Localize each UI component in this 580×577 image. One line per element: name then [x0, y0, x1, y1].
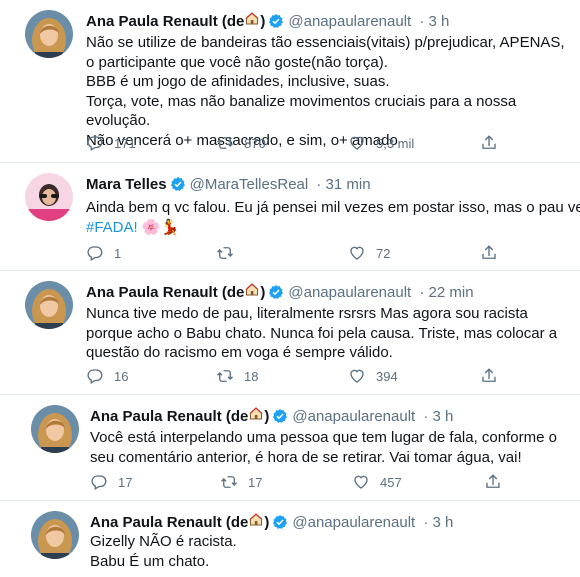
- verified-icon: [272, 408, 288, 424]
- reply-icon: [86, 367, 104, 385]
- retweet-button[interactable]: 17: [220, 473, 262, 491]
- house-icon: [244, 10, 260, 26]
- share-icon: [484, 473, 502, 491]
- reply-count: 17: [118, 474, 133, 490]
- author-name-suffix: ): [264, 408, 270, 425]
- like-count: 457: [380, 474, 402, 490]
- tweet-actions: 17 17 457: [90, 473, 510, 493]
- verified-icon: [272, 514, 288, 530]
- tweet-text-main: Ainda bem q vc falou. Eu já pensei mil v…: [86, 199, 580, 216]
- share-icon: [480, 134, 498, 152]
- verified-icon: [268, 284, 284, 300]
- reply-button[interactable]: 17: [90, 473, 132, 491]
- like-button[interactable]: 5,3 mil: [348, 134, 414, 152]
- house-icon: [248, 405, 264, 421]
- tweet-actions: 16 18 394: [86, 367, 506, 387]
- tweet-time[interactable]: · 3 h: [423, 514, 453, 531]
- author-handle[interactable]: @anapaularenault: [288, 13, 411, 30]
- retweet-count: 17: [248, 474, 263, 490]
- like-count: 72: [376, 245, 391, 261]
- author-name[interactable]: Ana Paula Renault (de: [90, 408, 248, 425]
- reply-count: 16: [114, 368, 129, 384]
- retweet-icon: [220, 473, 238, 491]
- tweet-time[interactable]: · 22 min: [419, 284, 473, 301]
- author-handle[interactable]: @anapaularenault: [288, 284, 411, 301]
- retweet-icon: [216, 244, 234, 262]
- tweet-header: Ana Paula Renault (de) @anapaularenault ·…: [86, 281, 474, 303]
- author-name[interactable]: Ana Paula Renault (de: [86, 284, 244, 301]
- retweet-count: 870: [244, 135, 266, 151]
- tweet-actions: 1 72: [86, 244, 506, 264]
- share-icon: [480, 244, 498, 262]
- tweet-header: Ana Paula Renault (de) @anapaularenault ·…: [90, 511, 453, 533]
- author-handle[interactable]: @anapaularenault: [292, 514, 415, 531]
- house-icon: [244, 281, 260, 297]
- tweet-header: Ana Paula Renault (de) @anapaularenault ·…: [90, 405, 453, 427]
- author-name-suffix: ): [264, 514, 270, 531]
- reply-button[interactable]: 16: [86, 367, 128, 385]
- share-button[interactable]: [480, 367, 498, 385]
- retweet-icon: [216, 134, 234, 152]
- like-button[interactable]: 72: [348, 244, 390, 262]
- avatar[interactable]: [25, 173, 73, 221]
- tweet-time[interactable]: · 31 min: [316, 176, 370, 193]
- heart-icon: [352, 473, 370, 491]
- tweet-text: Ainda bem q vc falou. Eu já pensei mil v…: [86, 198, 580, 237]
- author-name[interactable]: Ana Paula Renault (de: [90, 514, 248, 531]
- author-name-suffix: ): [260, 284, 266, 301]
- share-button[interactable]: [484, 473, 502, 491]
- author-name[interactable]: Mara Telles: [86, 176, 167, 193]
- tweet-text: Nunca tive medo de pau, literalmente rsr…: [86, 305, 562, 361]
- reply-icon: [86, 244, 104, 262]
- tweet-time[interactable]: · 3 h: [419, 13, 449, 30]
- retweet-button[interactable]: [216, 244, 244, 262]
- like-count: 394: [376, 368, 398, 384]
- like-button[interactable]: 394: [348, 367, 398, 385]
- tweet-actions: 171 870 5,3 mil: [86, 134, 506, 154]
- tweet-text: Você está interpelando uma pessoa que te…: [90, 429, 562, 466]
- share-button[interactable]: [480, 134, 498, 152]
- tweet[interactable]: Ana Paula Renault (de) @anapaularenault ·…: [0, 500, 580, 577]
- tweet[interactable]: Ana Paula Renault (de) @anapaularenault ·…: [0, 0, 580, 162]
- author-name-suffix: ): [260, 13, 266, 30]
- share-icon: [480, 367, 498, 385]
- author-handle[interactable]: @anapaularenault: [292, 408, 415, 425]
- share-button[interactable]: [480, 244, 498, 262]
- retweet-button[interactable]: 870: [216, 134, 266, 152]
- tweet[interactable]: Mara Telles @MaraTellesReal · 31 min Aind…: [0, 162, 580, 271]
- heart-icon: [348, 367, 366, 385]
- tweet-text: Não se utilize de bandeiras tão essencia…: [86, 34, 565, 149]
- like-count: 5,3 mil: [376, 135, 415, 151]
- verified-icon: [170, 176, 186, 192]
- tweet-header: Ana Paula Renault (de) @anapaularenault ·…: [86, 10, 449, 32]
- reply-button[interactable]: 171: [86, 134, 136, 152]
- heart-icon: [348, 244, 366, 262]
- author-handle[interactable]: @MaraTellesReal: [190, 176, 309, 193]
- reply-count: 171: [114, 135, 136, 151]
- like-button[interactable]: 457: [352, 473, 402, 491]
- avatar[interactable]: [31, 405, 79, 453]
- tweet[interactable]: Ana Paula Renault (de) @anapaularenault ·…: [0, 270, 580, 395]
- avatar[interactable]: [25, 281, 73, 329]
- retweet-button[interactable]: 18: [216, 367, 258, 385]
- house-icon: [248, 511, 264, 527]
- emoji-flower-dancer: 🌸💃: [141, 218, 180, 236]
- tweet[interactable]: Ana Paula Renault (de) @anapaularenault ·…: [0, 394, 580, 501]
- retweet-count: 18: [244, 368, 259, 384]
- verified-icon: [268, 13, 284, 29]
- reply-count: 1: [114, 245, 122, 261]
- avatar[interactable]: [25, 10, 73, 58]
- hashtag-link[interactable]: #FADA!: [86, 219, 138, 236]
- reply-icon: [86, 134, 104, 152]
- reply-icon: [90, 473, 108, 491]
- reply-button[interactable]: 1: [86, 244, 121, 262]
- tweet-time[interactable]: · 3 h: [423, 408, 453, 425]
- avatar[interactable]: [31, 511, 79, 559]
- heart-icon: [348, 134, 366, 152]
- retweet-icon: [216, 367, 234, 385]
- tweet-header: Mara Telles @MaraTellesReal · 31 min: [86, 175, 371, 195]
- author-name[interactable]: Ana Paula Renault (de: [86, 13, 244, 30]
- tweet-text: Gizelly NÃO é racista. Babu É um chato.: [90, 533, 237, 570]
